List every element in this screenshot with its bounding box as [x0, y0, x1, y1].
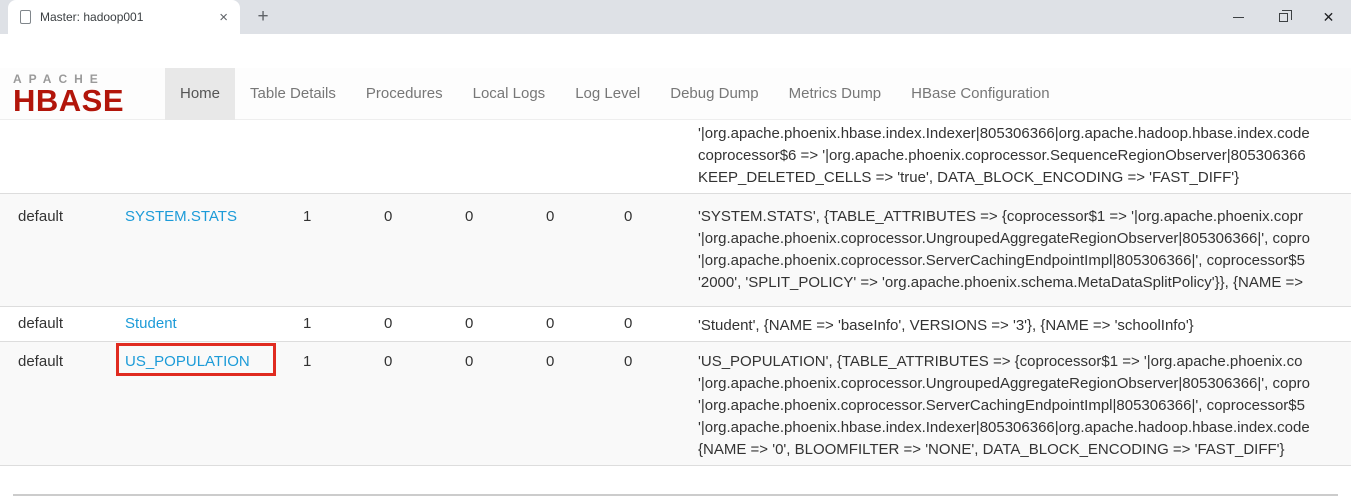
- browser-toolbar: ← → ⟳ ⓘ 不安全 192.168.200.226 :60010/maste…: [0, 34, 1351, 68]
- offline-regions-cell: 0: [384, 315, 392, 332]
- navbar-items: Home Table Details Procedures Local Logs…: [165, 68, 1065, 120]
- split-regions-cell: 0: [546, 353, 554, 370]
- tab-close-icon[interactable]: ×: [215, 9, 232, 26]
- table-row: default Student 1 0 0 0 0 'Student', {NA…: [0, 306, 1351, 341]
- split-regions-cell: 0: [546, 208, 554, 225]
- close-button[interactable]: ✕: [1306, 0, 1351, 34]
- close-icon: ✕: [1323, 10, 1335, 24]
- nav-item-local-logs[interactable]: Local Logs: [458, 68, 561, 120]
- new-tab-button[interactable]: +: [250, 5, 276, 31]
- online-regions-cell: 1: [303, 208, 311, 225]
- nav-item-procedures[interactable]: Procedures: [351, 68, 458, 120]
- namespace-cell: default: [18, 208, 63, 225]
- tables-list: '|org.apache.phoenix.hbase.index.Indexer…: [0, 120, 1351, 502]
- table-row: '|org.apache.phoenix.hbase.index.Indexer…: [0, 120, 1351, 193]
- table-description: '|org.apache.phoenix.hbase.index.Indexer…: [698, 123, 1310, 189]
- browser-window: Master: hadoop001 × + ✕ ← → ⟳ ⓘ 不安全 192.…: [0, 0, 1351, 502]
- hbase-logo[interactable]: APACHE HBASE: [13, 72, 161, 115]
- table-link-system-stats[interactable]: SYSTEM.STATS: [125, 208, 237, 225]
- nav-item-metrics-dump[interactable]: Metrics Dump: [774, 68, 897, 120]
- nav-item-debug-dump[interactable]: Debug Dump: [655, 68, 773, 120]
- table-link-student[interactable]: Student: [125, 315, 177, 332]
- other-regions-cell: 0: [624, 353, 632, 370]
- page-bottom-divider: [13, 494, 1338, 496]
- failed-regions-cell: 0: [465, 208, 473, 225]
- nav-item-home[interactable]: Home: [165, 68, 235, 120]
- logo-hbase-text: HBASE: [13, 86, 161, 115]
- failed-regions-cell: 0: [465, 315, 473, 332]
- minimize-button[interactable]: [1216, 0, 1261, 34]
- tab-strip: Master: hadoop001 × + ✕: [0, 0, 1351, 34]
- split-regions-cell: 0: [546, 315, 554, 332]
- namespace-cell: default: [18, 353, 63, 370]
- red-highlight-annotation: [116, 343, 276, 376]
- browser-tab[interactable]: Master: hadoop001 ×: [8, 0, 240, 34]
- table-row: default SYSTEM.STATS 1 0 0 0 0 'SYSTEM.S…: [0, 193, 1351, 306]
- window-controls: ✕: [1216, 0, 1351, 34]
- offline-regions-cell: 0: [384, 353, 392, 370]
- online-regions-cell: 1: [303, 353, 311, 370]
- minimize-icon: [1233, 17, 1244, 18]
- hbase-navbar: APACHE HBASE Home Table Details Procedur…: [0, 68, 1351, 120]
- page-favicon-icon: [20, 10, 31, 24]
- table-description: 'SYSTEM.STATS', {TABLE_ATTRIBUTES => {co…: [698, 206, 1310, 294]
- other-regions-cell: 0: [624, 208, 632, 225]
- online-regions-cell: 1: [303, 315, 311, 332]
- namespace-cell: default: [18, 315, 63, 332]
- nav-item-log-level[interactable]: Log Level: [560, 68, 655, 120]
- nav-item-hbase-configuration[interactable]: HBase Configuration: [896, 68, 1064, 120]
- offline-regions-cell: 0: [384, 208, 392, 225]
- other-regions-cell: 0: [624, 315, 632, 332]
- table-row: default US_POPULATION 1 0 0 0 0 'US_POPU…: [0, 341, 1351, 466]
- tab-title: Master: hadoop001: [40, 10, 215, 24]
- failed-regions-cell: 0: [465, 353, 473, 370]
- restore-icon: [1279, 13, 1288, 22]
- table-description: 'Student', {NAME => 'baseInfo', VERSIONS…: [698, 315, 1194, 337]
- nav-item-table-details[interactable]: Table Details: [235, 68, 351, 120]
- table-description: 'US_POPULATION', {TABLE_ATTRIBUTES => {c…: [698, 351, 1310, 461]
- restore-button[interactable]: [1261, 0, 1306, 34]
